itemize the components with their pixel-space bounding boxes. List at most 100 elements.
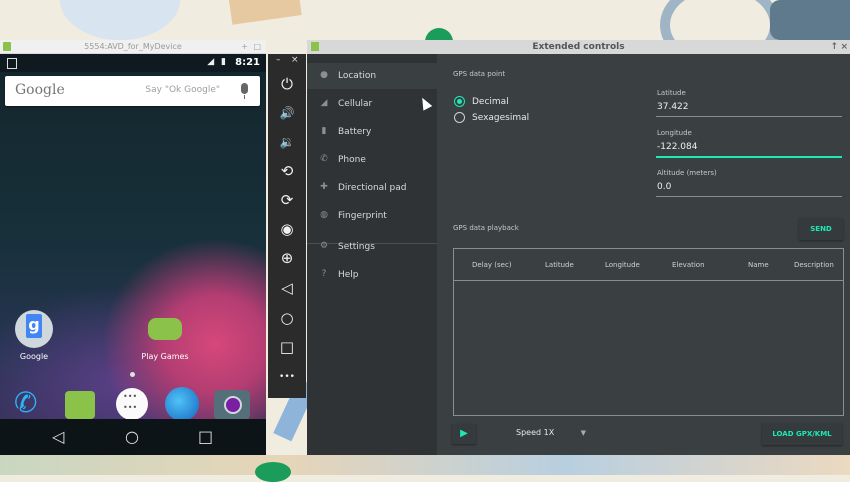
- search-hint: Say "Ok Google": [145, 85, 220, 95]
- navigation-bar: ◁ ○ □: [0, 419, 266, 455]
- phone-icon: ✆: [320, 154, 328, 164]
- column-header[interactable]: Name: [748, 261, 769, 269]
- column-header[interactable]: Longitude: [605, 261, 640, 269]
- volume-up-icon[interactable]: 🔊: [268, 101, 306, 125]
- minimize-button[interactable]: –: [276, 55, 281, 65]
- google-logo: Google: [15, 82, 65, 98]
- field-underline: [656, 156, 842, 158]
- latitude-input[interactable]: [657, 102, 842, 112]
- sidebar-item-label: Phone: [338, 155, 366, 165]
- sidebar-item-directional-pad[interactable]: ✚ Directional pad: [307, 175, 437, 201]
- battery-icon: ▮: [321, 126, 327, 136]
- column-header[interactable]: Elevation: [672, 261, 705, 269]
- volume-down-icon[interactable]: 🔉: [268, 130, 306, 154]
- wallpaper-shape: [228, 0, 302, 25]
- send-button[interactable]: SEND: [799, 218, 843, 240]
- location-icon: ●: [320, 70, 328, 80]
- play-games-app[interactable]: Play Games: [135, 310, 195, 361]
- restore-button[interactable]: □: [253, 40, 261, 53]
- app-drawer-icon[interactable]: [116, 388, 148, 420]
- column-header[interactable]: Delay (sec): [472, 261, 512, 269]
- wallpaper-shape: [0, 455, 850, 475]
- maximize-button[interactable]: +: [241, 40, 248, 53]
- chevron-down-icon: ▼: [580, 429, 586, 437]
- app-label: Google: [19, 352, 49, 361]
- radio-label: Sexagesimal: [472, 113, 530, 123]
- extended-controls-window: Extended controls ↑ × ● Location ◢ Cellu…: [307, 40, 850, 455]
- back-nav-icon[interactable]: ◁: [52, 427, 64, 446]
- back-icon[interactable]: ◁: [268, 276, 306, 300]
- altitude-input[interactable]: [657, 182, 842, 192]
- browser-icon[interactable]: [165, 387, 199, 421]
- android-app-icon: [311, 42, 319, 51]
- overview-icon[interactable]: □: [268, 335, 306, 359]
- sidebar-item-label: Directional pad: [338, 183, 407, 193]
- window-title: Extended controls: [532, 42, 625, 52]
- wallpaper-shape: [60, 0, 180, 40]
- speed-select[interactable]: Speed 1X ▼: [516, 428, 586, 444]
- wallpaper-shape: [770, 0, 850, 40]
- sidebar-item-help[interactable]: ? Help: [307, 262, 437, 288]
- google-app[interactable]: Google: [4, 310, 64, 361]
- speed-value: Speed 1X: [516, 428, 555, 437]
- rotate-left-icon[interactable]: ⟲: [268, 159, 306, 183]
- sidebar-item-location[interactable]: ● Location: [307, 63, 437, 89]
- home-nav-icon[interactable]: ○: [125, 427, 139, 446]
- help-icon: ?: [321, 269, 327, 279]
- android-app-icon: [3, 42, 11, 51]
- device-screen[interactable]: ◢ ▮ 8:21 Google Say "Ok Google" Google P…: [0, 54, 266, 455]
- sidebar-item-label: Settings: [338, 242, 375, 252]
- longitude-label: Longitude: [657, 129, 692, 137]
- play-button[interactable]: ▶: [452, 424, 476, 444]
- play-games-icon: [146, 310, 184, 348]
- pin-button[interactable]: ↑: [830, 40, 838, 54]
- table-header: Delay (sec) Latitude Longitude Elevation…: [454, 249, 843, 281]
- more-icon[interactable]: •••: [268, 365, 306, 389]
- zoom-icon[interactable]: ⊕: [268, 246, 306, 270]
- location-panel: GPS data point Decimal Sexagesimal Latit…: [437, 54, 850, 455]
- gps-playback-table[interactable]: Delay (sec) Latitude Longitude Elevation…: [453, 248, 844, 416]
- status-bar: ◢ ▮ 8:21: [0, 54, 266, 72]
- camera-icon[interactable]: [214, 390, 250, 420]
- wallpaper-shape: [255, 462, 291, 482]
- status-time: 8:21: [235, 57, 260, 68]
- column-header[interactable]: Description: [794, 261, 834, 269]
- column-header[interactable]: Latitude: [545, 261, 574, 269]
- messenger-icon[interactable]: [65, 391, 95, 419]
- toolbar-title: – ×: [268, 54, 306, 68]
- emulator-window: 5554:AVD_for_MyDevice + □ ◢ ▮ 8:21 Googl…: [0, 40, 266, 455]
- altitude-label: Altitude (meters): [657, 169, 717, 177]
- signal-battery-icons: ◢ ▮: [207, 57, 228, 67]
- extended-sidebar: ● Location ◢ Cellular ▮ Battery ✆ Phone …: [307, 54, 437, 455]
- app-label: Play Games: [141, 352, 189, 361]
- microphone-icon[interactable]: [241, 83, 248, 99]
- close-button[interactable]: ×: [291, 55, 299, 65]
- camera-screenshot-icon[interactable]: ◉: [268, 217, 306, 241]
- close-button[interactable]: ×: [840, 40, 848, 54]
- sidebar-item-label: Location: [338, 71, 377, 81]
- longitude-input[interactable]: [657, 142, 842, 152]
- field-underline: [656, 116, 842, 117]
- gear-icon: ⚙: [319, 241, 329, 251]
- emulator-title-bar[interactable]: 5554:AVD_for_MyDevice + □: [0, 40, 266, 54]
- home-icon[interactable]: ○: [268, 306, 306, 330]
- rotate-right-icon[interactable]: ⟳: [268, 188, 306, 212]
- power-icon[interactable]: ⏻: [268, 72, 306, 96]
- extended-controls-title-bar[interactable]: Extended controls ↑ ×: [307, 40, 850, 54]
- load-gpx-kml-button[interactable]: LOAD GPX/KML: [762, 423, 842, 445]
- sidebar-item-fingerprint[interactable]: ◍ Fingerprint: [307, 203, 437, 229]
- sidebar-item-battery[interactable]: ▮ Battery: [307, 119, 437, 145]
- sidebar-item-label: Fingerprint: [338, 211, 387, 221]
- recents-nav-icon[interactable]: □: [198, 427, 213, 446]
- gps-data-playback-heading: GPS data playback: [453, 224, 519, 232]
- sidebar-item-settings[interactable]: ⚙ Settings: [307, 234, 437, 260]
- field-underline: [656, 196, 842, 197]
- sidebar-item-phone[interactable]: ✆ Phone: [307, 147, 437, 173]
- phone-icon[interactable]: ✆: [14, 386, 50, 422]
- emulator-toolbar: – × ⏻ 🔊 🔉 ⟲ ⟳ ◉ ⊕ ◁ ○ □ •••: [268, 54, 306, 398]
- emulator-title: 5554:AVD_for_MyDevice: [84, 42, 182, 51]
- sidebar-item-cellular[interactable]: ◢ Cellular: [307, 91, 437, 117]
- sd-card-icon: [7, 58, 17, 69]
- fingerprint-icon: ◍: [320, 210, 328, 220]
- google-search-bar[interactable]: Google Say "Ok Google": [5, 76, 260, 106]
